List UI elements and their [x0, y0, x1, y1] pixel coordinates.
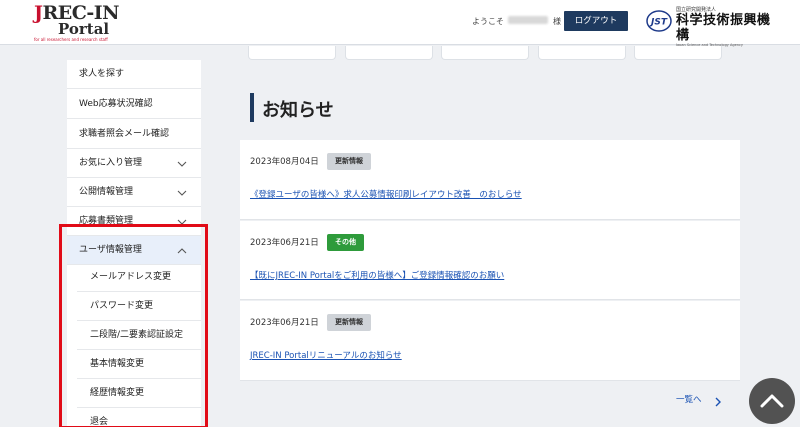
top-card-3[interactable] [441, 46, 529, 60]
news-item: 2023年08月04日 更新情報 《登録ユーザの皆様へ》求人公募情報印刷レイアウ… [240, 140, 740, 220]
top-card-1[interactable] [248, 46, 336, 60]
top-card-5[interactable] [634, 46, 722, 60]
sidebar-item-search-jobs[interactable]: 求人を探す [67, 60, 201, 89]
news-tag: 更新情報 [327, 314, 371, 331]
news-tag: その他 [327, 234, 364, 251]
site-header: JREC-IN Portal for all researchers and r… [0, 0, 800, 47]
sidebar-item-label: お気に入り管理 [79, 158, 143, 168]
logo-j: J [34, 2, 43, 24]
svg-text:JST: JST [649, 18, 668, 28]
jst-mark-icon: JST [646, 10, 672, 32]
highlight-box [59, 224, 208, 427]
sidebar-item-label: Web応募状況確認 [79, 99, 153, 109]
honorific-text: 様 [553, 17, 561, 26]
page-top-button[interactable] [749, 378, 795, 424]
news-tag: 更新情報 [327, 153, 371, 170]
sidebar-item-label: 公開情報管理 [79, 187, 134, 197]
news-date: 2023年06月21日 [250, 318, 319, 328]
sidebar-item-public-info[interactable]: 公開情報管理 [67, 178, 201, 207]
logo-portal: Portal [58, 20, 110, 38]
news-date: 2023年06月21日 [250, 238, 319, 248]
top-card-4[interactable] [538, 46, 626, 60]
news-item: 2023年06月21日 その他 【既にJREC-IN Portalをご利用の皆様… [240, 221, 740, 300]
username-blurred [508, 16, 548, 24]
chevron-right-icon[interactable] [713, 393, 723, 407]
chevron-down-icon [177, 149, 187, 178]
page-title: お知らせ [262, 100, 334, 121]
sidebar-item-label: 求人を探す [79, 69, 125, 79]
jst-logo[interactable]: JST 国立研究開発法人 科学技術振興機構 Japan Science and … [646, 7, 776, 47]
welcome-text: ようこそ [472, 17, 504, 26]
news-link[interactable]: JREC-IN Portalリニューアルのお知らせ [250, 349, 402, 361]
news-link[interactable]: 【既にJREC-IN Portalをご利用の皆様へ】ご登録情報確認のお願い [250, 269, 504, 281]
news-link[interactable]: 《登録ユーザの皆様へ》求人公募情報印刷レイアウト改善 のおしらせ [250, 188, 522, 200]
arrow-up-icon [760, 394, 784, 408]
title-accent-bar [250, 93, 254, 122]
logo-tagline: for all researchers and research staff [34, 37, 108, 42]
news-date: 2023年08月04日 [250, 157, 319, 167]
sidebar-item-favorites[interactable]: お気に入り管理 [67, 149, 201, 178]
top-card-2[interactable] [345, 46, 433, 60]
news-item: 2023年06月21日 更新情報 JREC-IN Portalリニューアルのお知… [240, 301, 740, 381]
news-list-link[interactable]: 一覧へ [676, 393, 702, 405]
logout-button[interactable]: ログアウト [564, 11, 628, 31]
sidebar-item-label: 求職者照会メール確認 [79, 129, 170, 139]
chevron-down-icon [177, 178, 187, 207]
jst-name: 科学技術振興機構 [676, 13, 771, 43]
jrec-in-logo[interactable]: JREC-IN Portal for all researchers and r… [34, 2, 124, 43]
sidebar-item-inquiry-mail[interactable]: 求職者照会メール確認 [67, 120, 201, 149]
sidebar-item-web-application-status[interactable]: Web応募状況確認 [67, 90, 201, 119]
